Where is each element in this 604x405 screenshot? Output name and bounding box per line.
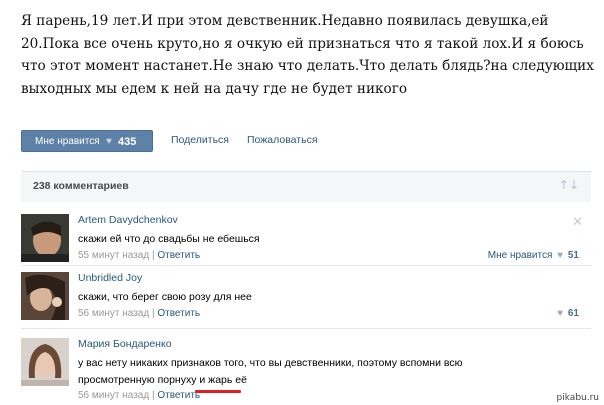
comment-meta: 55 минут назад | Ответить <box>78 250 200 261</box>
heart-icon: ♥ <box>106 136 112 147</box>
comment-time[interactable]: 56 минут назад <box>78 308 149 319</box>
comment-like-count: 51 <box>567 250 579 261</box>
comment-time[interactable]: 56 минут назад <box>78 390 149 401</box>
reply-link[interactable]: Ответить <box>157 250 200 261</box>
report-link[interactable]: Пожаловаться <box>247 134 318 146</box>
comment-item: Artem Davydchenkov скажи ей что до свадь… <box>21 214 591 262</box>
red-underline-annotation <box>195 390 241 393</box>
close-icon[interactable]: ✕ <box>572 214 583 230</box>
like-button[interactable]: Мне нравится ♥ 435 <box>21 130 153 152</box>
reply-link[interactable]: Ответить <box>157 308 200 319</box>
comment-like-label: Мне нравится <box>487 250 553 261</box>
avatar[interactable] <box>21 338 69 386</box>
sort-icon[interactable]: ↑↓ <box>559 178 579 192</box>
reply-link[interactable]: Ответить <box>157 390 200 401</box>
share-link[interactable]: Поделиться <box>171 134 229 146</box>
comment-text: у вас нету никаких признаков того, что в… <box>78 357 463 386</box>
comment-item: Мария Бондаренко у вас нету никаких приз… <box>21 338 591 404</box>
comments-count[interactable]: 238 комментариев <box>33 180 129 192</box>
comment-time[interactable]: 55 минут назад <box>78 250 149 261</box>
comment-meta: 56 минут назад | Ответить <box>78 390 200 401</box>
avatar[interactable] <box>21 272 69 320</box>
comment-meta: 56 минут назад | Ответить <box>78 308 200 319</box>
comment-author[interactable]: Artem Davydchenkov <box>78 214 178 226</box>
comment-author[interactable]: Unbridled Joy <box>78 272 142 284</box>
avatar[interactable] <box>21 214 69 262</box>
comment-text: скажи, что берег свою розу для нее <box>78 291 252 303</box>
heart-icon: ♥ <box>557 250 564 261</box>
comment-item: Unbridled Joy скажи, что берег свою розу… <box>21 272 591 320</box>
watermark: pikabu.ru <box>554 393 601 403</box>
comment-likes[interactable]: ♥ 61 <box>555 308 579 319</box>
comment-author[interactable]: Мария Бондаренко <box>78 338 172 350</box>
heart-icon: ♥ <box>557 308 564 319</box>
comment-divider <box>21 328 591 329</box>
like-count: 435 <box>118 136 137 148</box>
post-text: Я парень,19 лет.И при этом девственник.Н… <box>21 13 594 97</box>
like-label: Мне нравится <box>35 136 100 147</box>
comment-likes[interactable]: Мне нравится ♥ 51 <box>488 250 579 261</box>
comments-header: 238 комментариев ↑↓ <box>21 171 591 202</box>
comment-like-count: 61 <box>567 308 579 319</box>
comment-divider <box>21 265 591 266</box>
post-actions: Мне нравится ♥ 435 Поделиться Пожаловать… <box>21 130 591 152</box>
comment-text: скажи ей что до свадьбы не ебешься <box>78 233 260 245</box>
